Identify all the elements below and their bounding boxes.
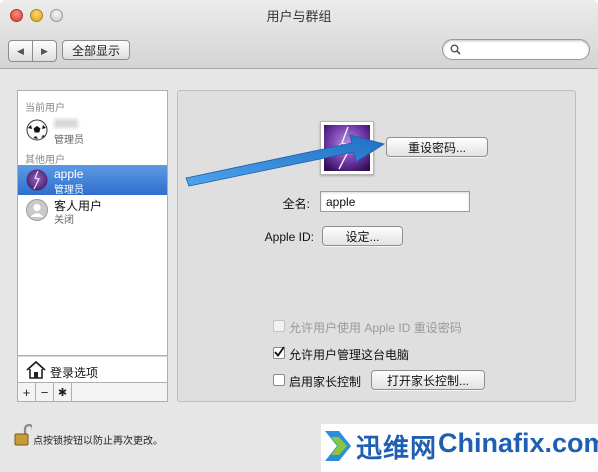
lock-message: 点按锁按钮以防止再次更改。 xyxy=(33,436,163,447)
watermark-chinese: 迅维网 xyxy=(356,433,438,463)
watermark-english: Chinafix.com xyxy=(438,428,598,458)
chinafix-logo xyxy=(325,431,351,461)
annotation-arrow xyxy=(185,134,385,187)
unlocked-padlock-icon[interactable] xyxy=(14,424,32,446)
preferences-window: 用户与群组 ◀ ▶ 全部显示 当前用户 管理员 其他用户 apple 管理员 客… xyxy=(0,0,598,472)
